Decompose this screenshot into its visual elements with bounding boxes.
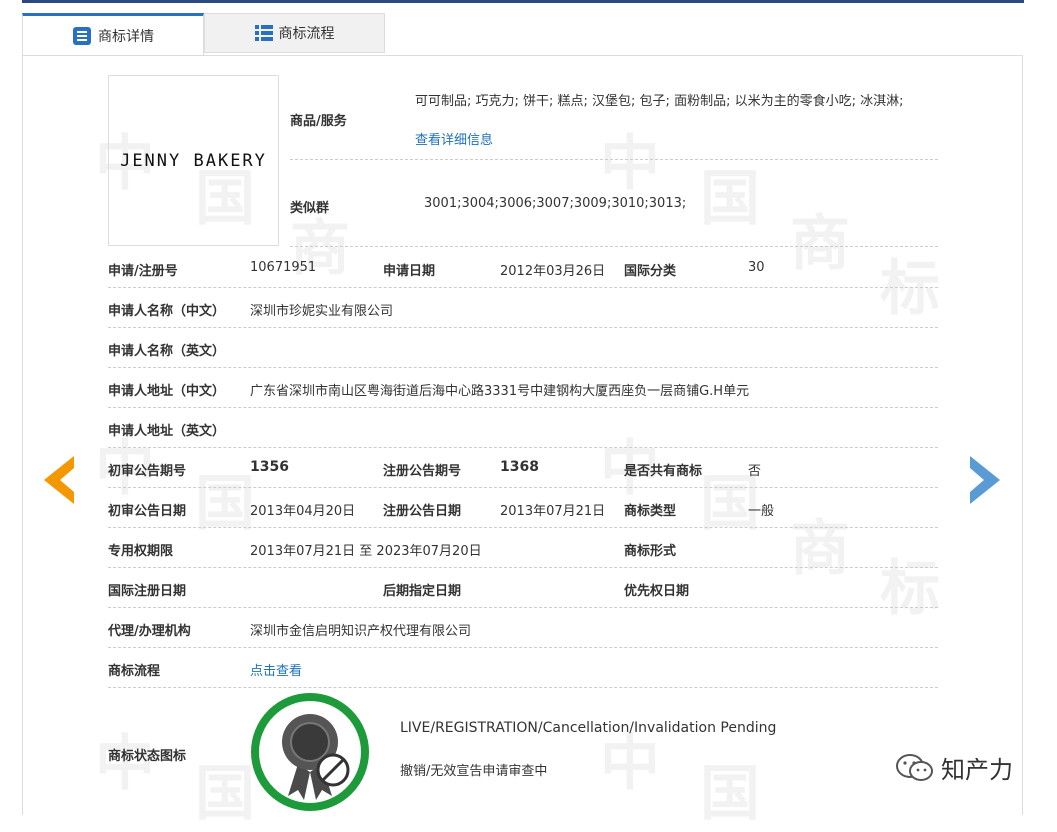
reg-pub-date-value: 2013年07月21日 [500, 504, 606, 519]
row-divider [108, 487, 938, 488]
goods-services-label: 商品/服务 [290, 114, 347, 129]
exclusive-label: 专用权期限 [108, 544, 174, 559]
wechat-watermark: 知产力 [895, 750, 1013, 785]
applicant-cn-value: 深圳市珍妮实业有限公司 [250, 304, 394, 319]
reg-pub-date-label: 注册公告日期 [383, 504, 462, 519]
applicant-en-label: 申请人名称（英文） [108, 344, 226, 359]
row-divider [108, 567, 938, 568]
tab-trademark-flow-label: 商标流程 [278, 26, 335, 42]
agent-label: 代理/办理机构 [108, 624, 191, 639]
later-date-label: 后期指定日期 [383, 584, 462, 599]
row-divider [290, 246, 938, 247]
view-details-link[interactable]: 查看详细信息 [415, 129, 493, 148]
tm-type-label: 商标类型 [624, 504, 677, 519]
tm-form-label: 商标形式 [624, 544, 677, 559]
next-arrow-icon[interactable] [966, 452, 1006, 512]
list-icon [254, 24, 273, 42]
reg-pub-no-label: 注册公告期号 [383, 464, 462, 479]
prev-arrow-icon[interactable] [38, 452, 78, 512]
tab-trademark-detail[interactable]: 商标详情 [22, 13, 204, 56]
row-divider [108, 447, 938, 448]
similar-group-label: 类似群 [290, 201, 330, 216]
similar-group-value: 3001;3004;3006;3007;3009;3010;3013; [424, 196, 687, 211]
row-divider [108, 607, 938, 608]
flow-view-link[interactable]: 点击查看 [250, 660, 302, 679]
apply-date-value: 2012年03月26日 [500, 264, 606, 279]
wechat-icon [895, 753, 935, 783]
row-divider [108, 367, 938, 368]
status-icon-label: 商标状态图标 [108, 749, 187, 764]
address-cn-label: 申请人地址（中文） [108, 384, 226, 399]
row-divider [108, 407, 938, 408]
row-divider [108, 647, 938, 648]
row-divider [108, 327, 938, 328]
goods-services-value: 可可制品; 巧克力; 饼干; 糕点; 汉堡包; 包子; 面粉制品; 以米为主的零… [415, 94, 904, 109]
apply-date-label: 申请日期 [383, 264, 436, 279]
prelim-no-label: 初审公告期号 [108, 464, 187, 479]
priority-date-label: 优先权日期 [624, 584, 690, 599]
exclusive-value: 2013年07月21日 至 2023年07月20日 [250, 544, 482, 559]
address-en-label: 申请人地址（英文） [108, 424, 226, 439]
status-badge-icon [250, 692, 370, 812]
shared-label: 是否共有商标 [624, 464, 703, 479]
address-cn-value: 广东省深圳市南山区粤海街道后海中心路3331号中建钢构大厦西座负一层商铺G.H单… [250, 384, 750, 399]
intl-class-label: 国际分类 [624, 264, 677, 279]
trademark-logo-image: JENNY BAKERY [108, 75, 279, 246]
intl-class-value: 30 [748, 260, 765, 275]
intl-reg-date-label: 国际注册日期 [108, 584, 187, 599]
status-en-text: LIVE/REGISTRATION/Cancellation/Invalidat… [400, 720, 777, 736]
applicant-cn-label: 申请人名称（中文） [108, 304, 226, 319]
prelim-no-value: 1356 [250, 459, 289, 475]
tab-bar: 商标详情 商标流程 [22, 13, 1024, 56]
reg-no-label: 申请/注册号 [108, 264, 178, 279]
row-divider [108, 527, 938, 528]
flow-label: 商标流程 [108, 664, 161, 679]
row-divider [290, 159, 938, 160]
prelim-date-label: 初审公告日期 [108, 504, 187, 519]
document-list-icon [72, 26, 92, 46]
row-divider [108, 687, 938, 688]
watermark-text: 知产力 [941, 756, 1013, 784]
shared-value: 否 [748, 464, 762, 479]
tm-type-value: 一般 [748, 504, 775, 519]
agent-value: 深圳市金信启明知识产权代理有限公司 [250, 624, 472, 639]
top-border [22, 0, 1024, 3]
reg-no-value: 10671951 [250, 260, 317, 275]
status-cn-text: 撤销/无效宣告申请审查中 [400, 764, 548, 779]
tab-trademark-detail-label: 商标详情 [98, 29, 154, 45]
tab-trademark-flow[interactable]: 商标流程 [204, 13, 385, 53]
row-divider [108, 287, 938, 288]
trademark-logo-text: JENNY BAKERY [120, 150, 267, 171]
reg-pub-no-value: 1368 [500, 459, 539, 475]
prelim-date-value: 2013年04月20日 [250, 504, 356, 519]
